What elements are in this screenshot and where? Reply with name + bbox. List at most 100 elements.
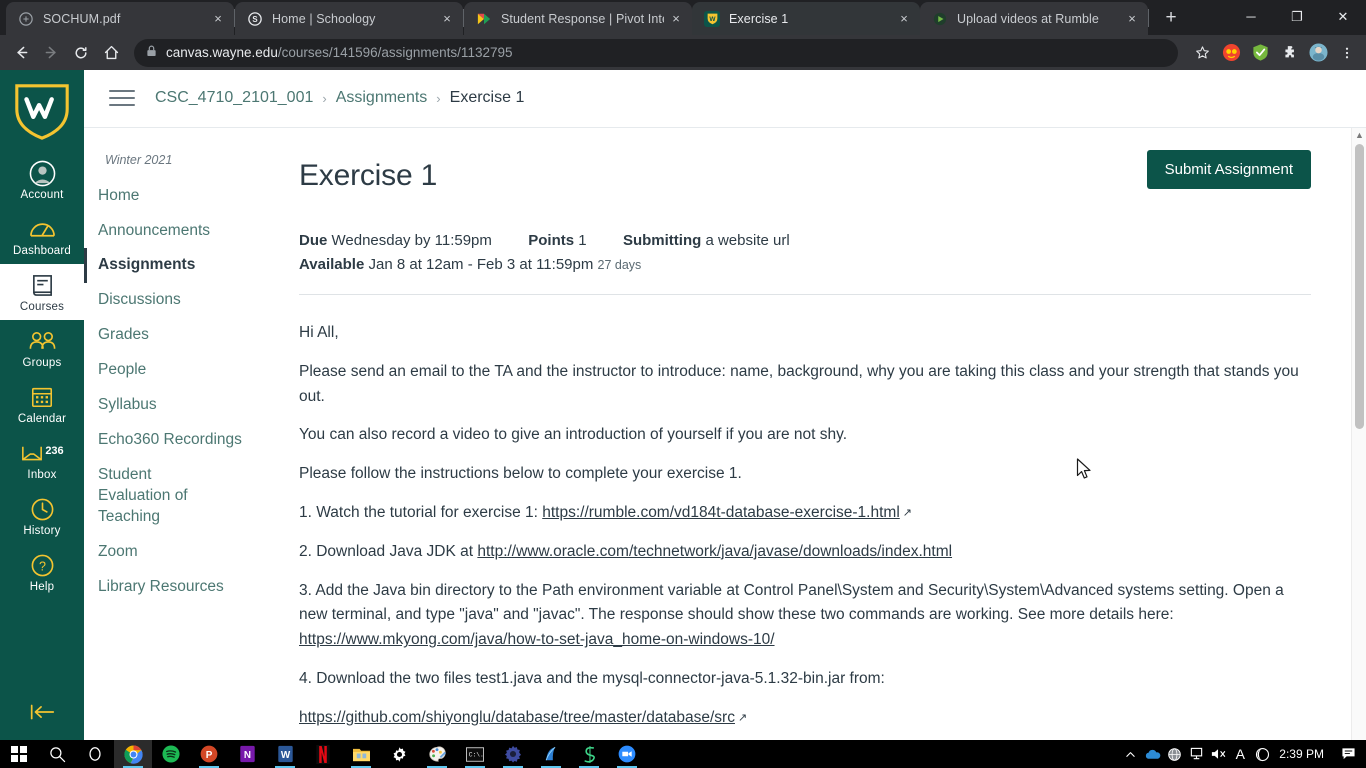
course-nav-people[interactable]: People [84,353,274,388]
forward-button[interactable] [36,38,66,68]
netflix-taskbar[interactable] [304,740,342,768]
onenote-taskbar[interactable]: N [228,740,266,768]
cortana-button[interactable] [76,740,114,768]
search-button[interactable] [38,740,76,768]
extension-orange-icon[interactable] [1218,40,1244,66]
paint-taskbar[interactable] [418,740,456,768]
course-nav-library-resources[interactable]: Library Resources [84,570,274,605]
maximize-button[interactable]: ❐ [1274,0,1320,33]
course-nav-syllabus[interactable]: Syllabus [84,388,274,423]
close-icon[interactable]: × [439,11,455,27]
sidebar-item-groups[interactable]: Groups [0,320,84,376]
tab-strip: SOCHUM.pdf × S Home | Schoology × Studen… [0,0,1366,35]
course-nav-student-evaluation[interactable]: Student Evaluation of Teaching [84,458,234,535]
extensions-puzzle-icon[interactable] [1276,40,1302,66]
close-icon[interactable]: × [896,11,912,27]
sidebar-item-dashboard[interactable]: Dashboard [0,208,84,264]
wayne-state-logo-icon[interactable] [11,80,73,142]
close-icon[interactable]: × [210,11,226,27]
browser-tab-4[interactable]: Upload videos at Rumble × [920,2,1148,35]
file-explorer-taskbar[interactable] [342,740,380,768]
course-nav-announcements[interactable]: Announcements [84,214,274,249]
profile-avatar-icon[interactable] [1305,40,1331,66]
browser-tab-3-active[interactable]: W Exercise 1 × [692,2,920,35]
chrome-menu-icon[interactable] [1334,40,1360,66]
taskbar-clock[interactable]: 2:39 PM [1273,747,1334,761]
sidebar-item-calendar[interactable]: Calendar [0,376,84,432]
adblock-shield-icon[interactable] [1247,40,1273,66]
settings-taskbar[interactable] [380,740,418,768]
schoology-icon: S [247,11,263,27]
external-link-icon: ↗ [902,507,912,520]
command-prompt-taskbar[interactable]: C:\. [456,740,494,768]
course-nav-discussions[interactable]: Discussions [84,283,274,318]
course-nav-home[interactable]: Home [84,179,274,214]
action-center-icon[interactable] [1334,747,1362,761]
tab-title: Student Response | Pivot Inter [501,11,664,26]
page-viewport: Account Dashboard Courses Groups Calenda… [0,70,1366,740]
rumble-tutorial-link[interactable]: https://rumble.com/vd184t-database-exerc… [542,504,900,521]
breadcrumb-current: Exercise 1 [449,89,525,107]
bookmark-star-icon[interactable] [1189,40,1215,66]
description-paragraph-2: You can also record a video to give an i… [299,426,847,444]
address-bar[interactable]: canvas.wayne.edu/courses/141596/assignme… [134,38,1178,67]
minimize-button[interactable]: ─ [1228,0,1274,33]
svg-text:P: P [206,750,213,761]
course-nav-grades[interactable]: Grades [84,318,274,353]
breadcrumb-course[interactable]: CSC_4710_2101_001 [155,89,313,107]
course-nav-echo360[interactable]: Echo360 Recordings [84,423,274,458]
word-taskbar[interactable]: W [266,740,304,768]
hamburger-menu-icon[interactable] [109,85,135,111]
network-monitor-icon[interactable] [1185,747,1207,761]
volume-muted-icon[interactable] [1207,747,1229,761]
meta-row-due: Due Wednesday by 11:59pm Points 1 Submit… [299,229,1311,254]
breadcrumb-assignments[interactable]: Assignments [336,89,428,107]
s-app-taskbar[interactable] [570,740,608,768]
oracle-jdk-link[interactable]: http://www.oracle.com/technetwork/java/j… [477,543,952,560]
home-button[interactable] [96,38,126,68]
new-tab-button[interactable]: + [1157,4,1185,32]
sidebar-item-label: History [23,525,61,537]
globe-icon[interactable] [1163,747,1185,762]
chevron-up-icon[interactable] [1119,749,1141,760]
close-icon[interactable]: × [668,11,684,27]
sidebar-item-label: Account [20,189,64,201]
close-icon[interactable]: × [1124,11,1140,27]
sidebar-item-label: Inbox [27,469,57,481]
browser-tab-1[interactable]: S Home | Schoology × [235,2,463,35]
onedrive-app-taskbar[interactable] [532,740,570,768]
browser-tab-2[interactable]: Student Response | Pivot Inter × [464,2,692,35]
reload-button[interactable] [66,38,96,68]
github-database-link[interactable]: https://github.com/shiyonglu/database/tr… [299,709,735,726]
start-button[interactable] [0,740,38,768]
sidebar-item-courses[interactable]: Courses [0,264,84,320]
scrollbar-thumb[interactable] [1355,143,1364,429]
sidebar-item-label: Courses [19,301,65,313]
groups-icon [28,326,57,356]
close-window-button[interactable]: ✕ [1320,0,1366,33]
sidebar-item-help[interactable]: ? Help [0,544,84,600]
spotify-taskbar[interactable] [152,740,190,768]
chrome-taskbar[interactable] [114,740,152,768]
item4-text: 4. Download the two files test1.java and… [299,670,885,688]
sidebar-item-history[interactable]: History [0,488,84,544]
browser-tab-0[interactable]: SOCHUM.pdf × [6,2,234,35]
mkyong-link[interactable]: https://www.mkyong.com/java/how-to-set-j… [299,631,775,648]
pdf-icon [18,11,34,27]
collapse-arrow-icon[interactable] [0,702,84,722]
scroll-up-arrow-icon[interactable]: ▲ [1355,130,1364,140]
moon-icon[interactable] [1251,747,1273,762]
language-indicator[interactable]: A [1229,746,1251,762]
course-nav-zoom[interactable]: Zoom [84,535,274,570]
sidebar-item-inbox[interactable]: 236 Inbox [0,432,84,488]
course-nav-assignments[interactable]: Assignments [84,248,274,284]
page-title: Exercise 1 [299,158,438,192]
nvidia-taskbar[interactable] [494,740,532,768]
powerpoint-taskbar[interactable]: P [190,740,228,768]
submit-assignment-button[interactable]: Submit Assignment [1146,149,1311,189]
back-button[interactable] [6,38,36,68]
sidebar-item-account[interactable]: Account [0,152,84,208]
onedrive-cloud-icon[interactable] [1141,748,1163,761]
page-scrollbar[interactable]: ▲ [1351,127,1366,740]
zoom-taskbar[interactable] [608,740,646,768]
